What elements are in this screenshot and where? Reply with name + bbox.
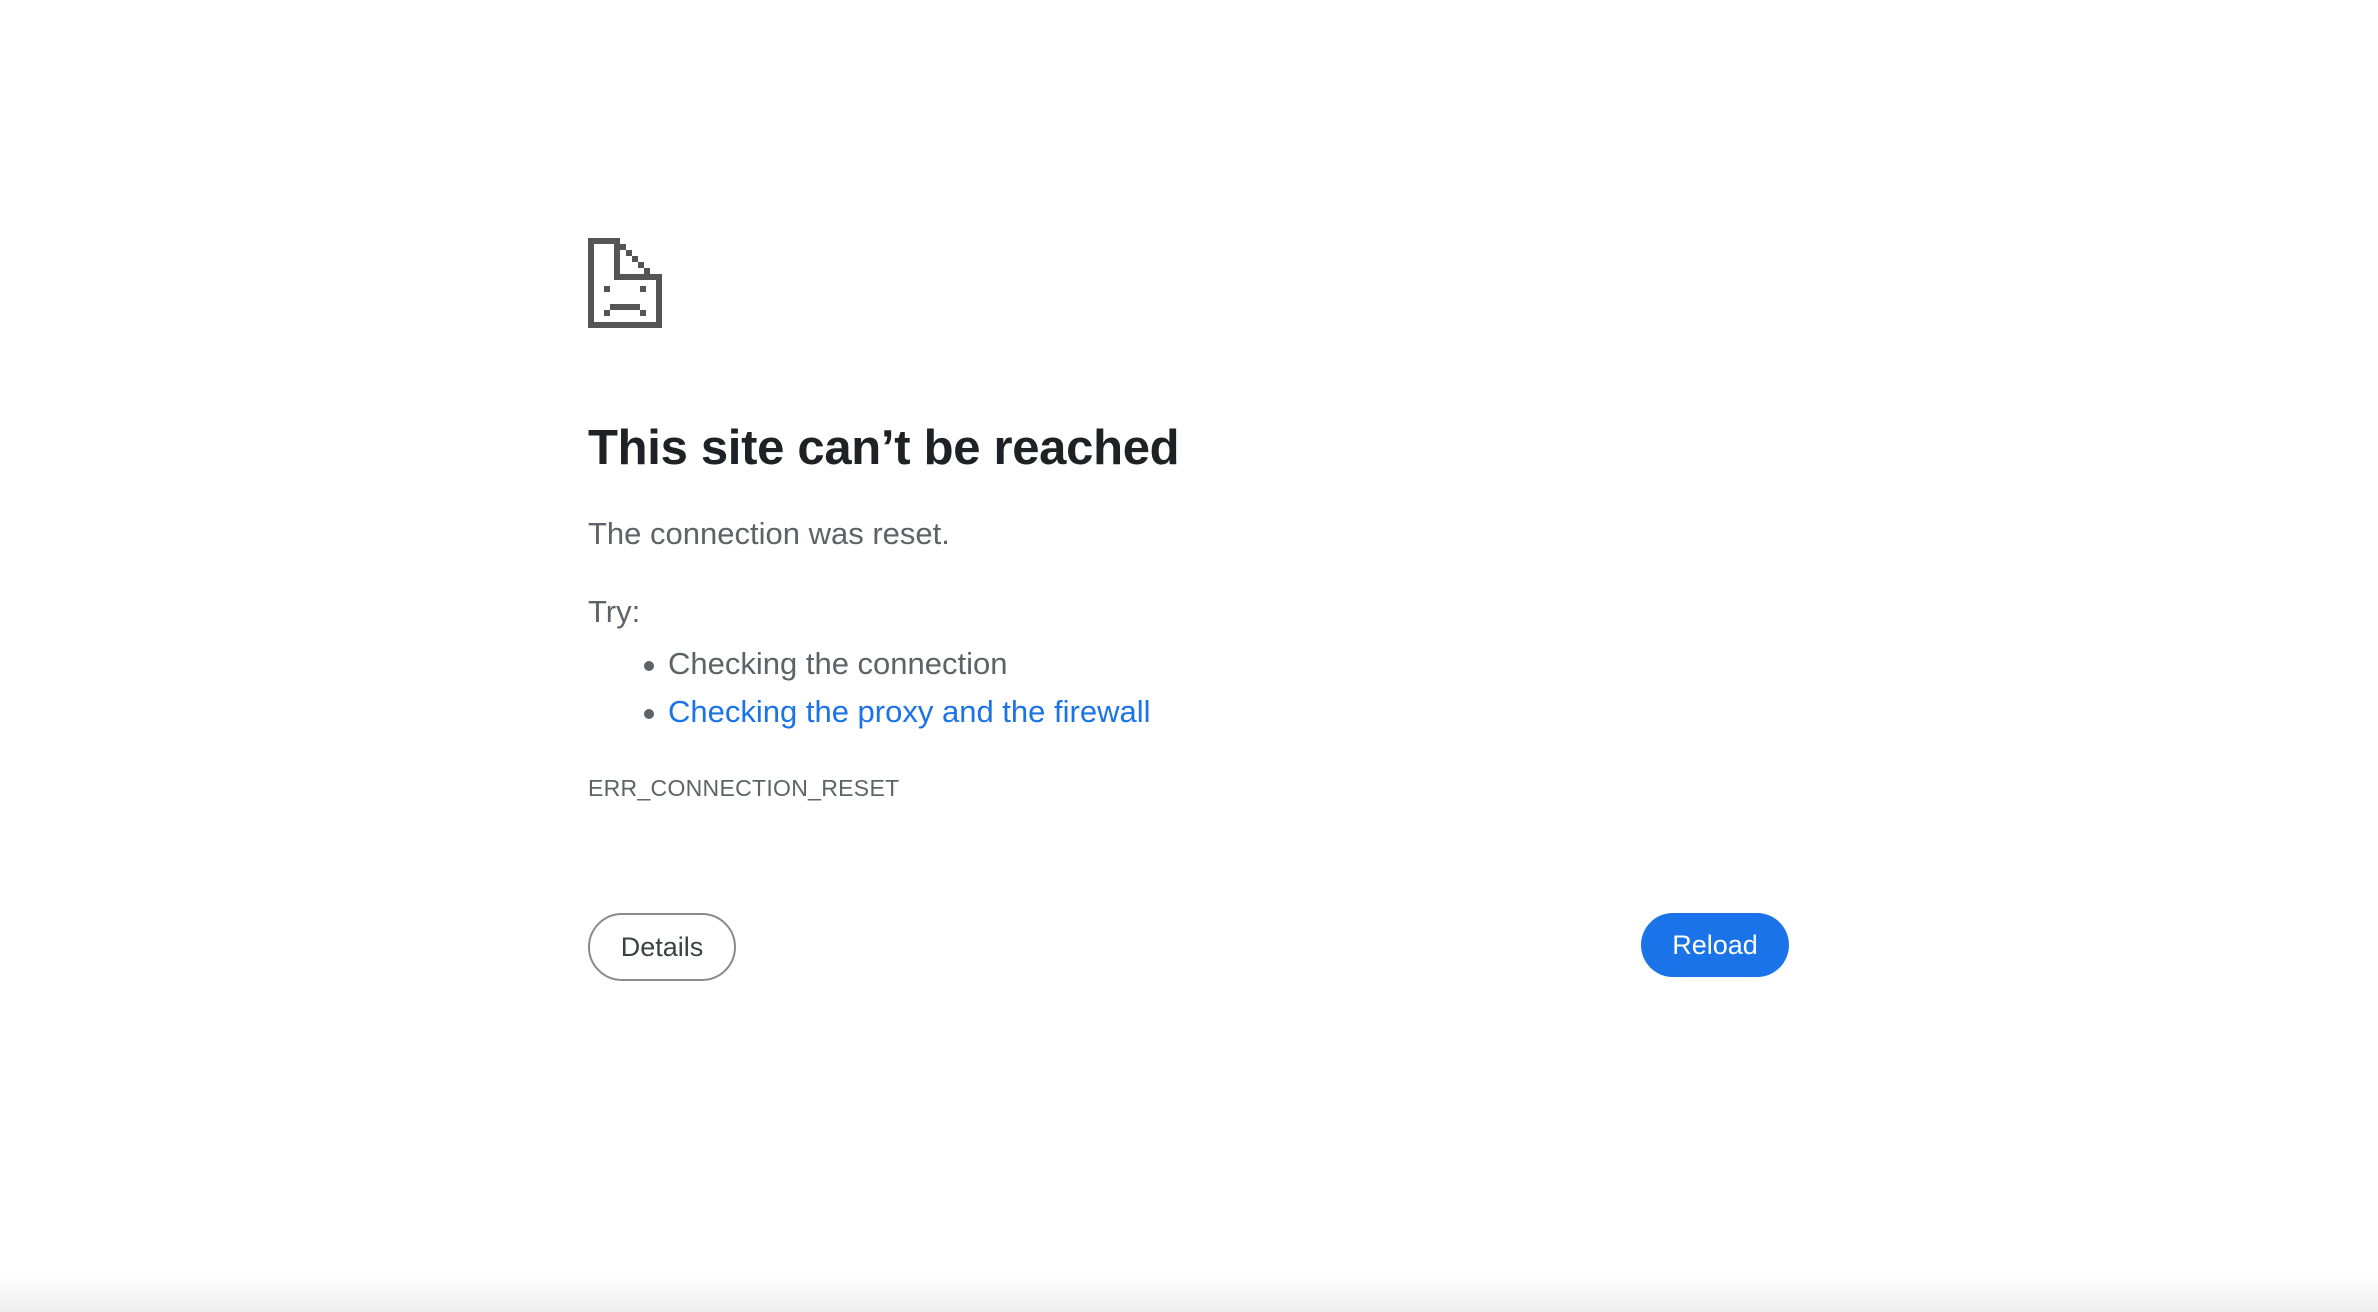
sad-page-icon bbox=[588, 238, 662, 328]
suggestion-item-check-connection: Checking the connection bbox=[643, 640, 1150, 688]
suggestion-text: Checking the connection bbox=[668, 646, 1008, 681]
error-page: This site can’t be reached The connectio… bbox=[0, 0, 2378, 1312]
error-description: The connection was reset. bbox=[588, 516, 950, 551]
proxy-firewall-link[interactable]: Checking the proxy and the firewall bbox=[668, 694, 1150, 729]
error-code: ERR_CONNECTION_RESET bbox=[588, 775, 900, 801]
bottom-edge-shadow bbox=[0, 1276, 2378, 1312]
suggestion-item-check-proxy-firewall: Checking the proxy and the firewall bbox=[643, 688, 1150, 736]
suggestion-list: Checking the connection Checking the pro… bbox=[588, 640, 1150, 736]
page-title: This site can’t be reached bbox=[588, 421, 1180, 475]
reload-button[interactable]: Reload bbox=[1641, 913, 1789, 977]
try-label: Try: bbox=[588, 594, 641, 629]
details-button[interactable]: Details bbox=[588, 913, 736, 981]
